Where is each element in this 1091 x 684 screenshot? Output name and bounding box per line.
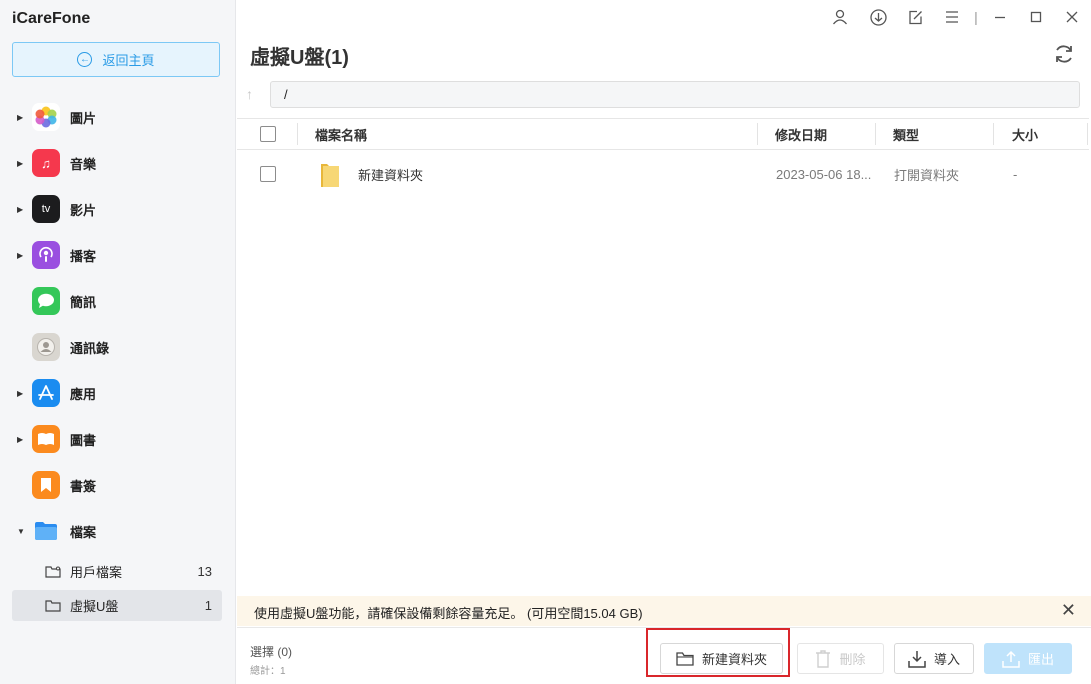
bookmark-icon	[32, 471, 60, 499]
export-button[interactable]: 匯出	[984, 643, 1072, 674]
minimize-icon[interactable]	[990, 7, 1010, 27]
sub-item-count: 13	[197, 564, 212, 579]
table-header: 檔案名稱 修改日期 類型 大小	[237, 118, 1089, 150]
column-header-name[interactable]: 檔案名稱	[315, 119, 367, 149]
menu-icon[interactable]	[942, 7, 962, 27]
sidebar-item-podcasts[interactable]: ▶ 播客	[0, 235, 236, 275]
new-folder-button[interactable]: 新建資料夾	[660, 643, 783, 674]
appstore-icon	[32, 379, 60, 407]
export-icon	[1002, 650, 1020, 668]
sidebar-item-label: 圖書	[70, 432, 97, 448]
total-count: 總計：1	[250, 666, 286, 677]
delete-label: 刪除	[839, 652, 866, 667]
sidebar-item-label: 書簽	[70, 478, 97, 494]
contacts-icon	[32, 333, 60, 361]
folder-user-icon	[45, 565, 61, 578]
caret-right-icon[interactable]: ▶	[17, 205, 23, 214]
export-label: 匯出	[1027, 652, 1054, 667]
sidebar-item-label: 通訊錄	[70, 340, 110, 356]
podcast-icon	[32, 241, 60, 269]
close-icon[interactable]: ✕	[1061, 600, 1076, 621]
column-divider	[1087, 123, 1088, 145]
sub-item-label: 用戶檔案	[70, 565, 123, 580]
messages-icon	[32, 287, 60, 315]
arrow-left-icon: ←	[77, 52, 93, 67]
sidebar-item-music[interactable]: ▶ ♫ 音樂	[0, 143, 236, 183]
photos-icon	[32, 103, 60, 131]
folder-icon	[321, 164, 339, 187]
sidebar-item-apps[interactable]: ▶ 應用	[0, 373, 236, 413]
row-checkbox[interactable]	[260, 166, 276, 182]
refresh-icon[interactable]	[1053, 43, 1075, 65]
sidebar-item-videos[interactable]: ▶ tv 影片	[0, 189, 236, 229]
column-header-size[interactable]: 大小	[1012, 119, 1038, 149]
download-icon[interactable]	[868, 7, 888, 27]
column-header-date[interactable]: 修改日期	[775, 119, 827, 149]
new-folder-label: 新建資料夾	[701, 652, 767, 667]
footer-bar: 選擇 (0) 總計：1 新建資料夾 刪除 導入 匯出	[237, 627, 1091, 684]
files-icon	[32, 517, 60, 545]
path-up-icon[interactable]: ↑	[246, 86, 253, 102]
separator-icon: |	[974, 9, 978, 25]
music-icon: ♫	[32, 149, 60, 177]
column-divider	[757, 123, 758, 145]
row-date: 2023-05-06 18...	[776, 166, 872, 182]
sidebar-item-label: 檔案	[70, 524, 97, 540]
feedback-icon[interactable]	[905, 7, 925, 27]
notice-text: 使用虛擬U盤功能，請確保設備剩餘容量充足。 (可用空間15.04 GB)	[254, 606, 643, 621]
sidebar: iCareFone ← 返回主頁 ▶ 圖片 ▶ ♫ 音樂 ▶ tv 影片 ▶ 播…	[0, 0, 236, 684]
caret-down-icon[interactable]: ▼	[17, 527, 25, 536]
sidebar-item-bookmarks[interactable]: 書簽	[0, 465, 236, 505]
account-icon[interactable]	[830, 7, 850, 27]
close-icon[interactable]	[1062, 7, 1082, 27]
row-type: 打開資料夾	[894, 167, 960, 183]
sidebar-item-contacts[interactable]: 通訊錄	[0, 327, 236, 367]
app-title: iCareFone	[12, 10, 91, 27]
sidebar-item-label: 影片	[70, 202, 97, 218]
row-name[interactable]: 新建資料夾	[358, 151, 423, 197]
sidebar-item-user-files[interactable]: 用戶檔案 13	[12, 556, 222, 587]
app-window: iCareFone ← 返回主頁 ▶ 圖片 ▶ ♫ 音樂 ▶ tv 影片 ▶ 播…	[0, 0, 1091, 684]
books-icon	[32, 425, 60, 453]
row-size: -	[1013, 166, 1018, 182]
sidebar-item-label: 應用	[70, 386, 97, 402]
sidebar-item-books[interactable]: ▶ 圖書	[0, 419, 236, 459]
storage-notice: 使用虛擬U盤功能，請確保設備剩餘容量充足。 (可用空間15.04 GB) ✕	[237, 596, 1091, 626]
sidebar-item-photos[interactable]: ▶ 圖片	[0, 97, 236, 137]
sub-item-count: 1	[204, 598, 212, 613]
page-title: 虛擬U盤(1)	[250, 47, 349, 69]
folder-icon	[676, 651, 694, 666]
caret-right-icon[interactable]: ▶	[17, 251, 23, 260]
delete-button[interactable]: 刪除	[797, 643, 884, 674]
sidebar-item-label: 音樂	[70, 156, 97, 172]
column-divider	[993, 123, 994, 145]
sidebar-item-label: 圖片	[70, 110, 97, 126]
maximize-icon[interactable]	[1026, 7, 1046, 27]
path-field[interactable]: /	[270, 81, 1080, 108]
caret-right-icon[interactable]: ▶	[17, 159, 23, 168]
back-home-button[interactable]: ← 返回主頁	[12, 42, 220, 77]
sidebar-item-virtual-usb[interactable]: 虛擬U盤 1	[12, 590, 222, 621]
selected-count: 選擇 (0)	[250, 645, 293, 659]
column-header-type[interactable]: 類型	[893, 119, 919, 149]
column-divider	[875, 123, 876, 145]
back-home-label: 返回主頁	[102, 53, 155, 68]
import-button[interactable]: 導入	[894, 643, 974, 674]
tv-icon: tv	[32, 195, 60, 223]
sidebar-item-label: 簡訊	[70, 294, 97, 310]
import-icon	[908, 650, 926, 668]
caret-right-icon[interactable]: ▶	[17, 389, 23, 398]
column-divider	[297, 123, 298, 145]
caret-right-icon[interactable]: ▶	[17, 113, 23, 122]
folder-icon	[45, 599, 61, 612]
table-row[interactable]: 新建資料夾 2023-05-06 18... 打開資料夾 -	[237, 151, 1089, 197]
sidebar-item-messages[interactable]: 簡訊	[0, 281, 236, 321]
import-label: 導入	[933, 652, 960, 667]
sidebar-item-files[interactable]: ▼ 檔案	[0, 511, 236, 551]
sidebar-item-label: 播客	[70, 248, 97, 264]
trash-icon	[816, 649, 831, 668]
sub-item-label: 虛擬U盤	[70, 599, 119, 614]
select-all-checkbox[interactable]	[260, 126, 276, 142]
caret-right-icon[interactable]: ▶	[17, 435, 23, 444]
